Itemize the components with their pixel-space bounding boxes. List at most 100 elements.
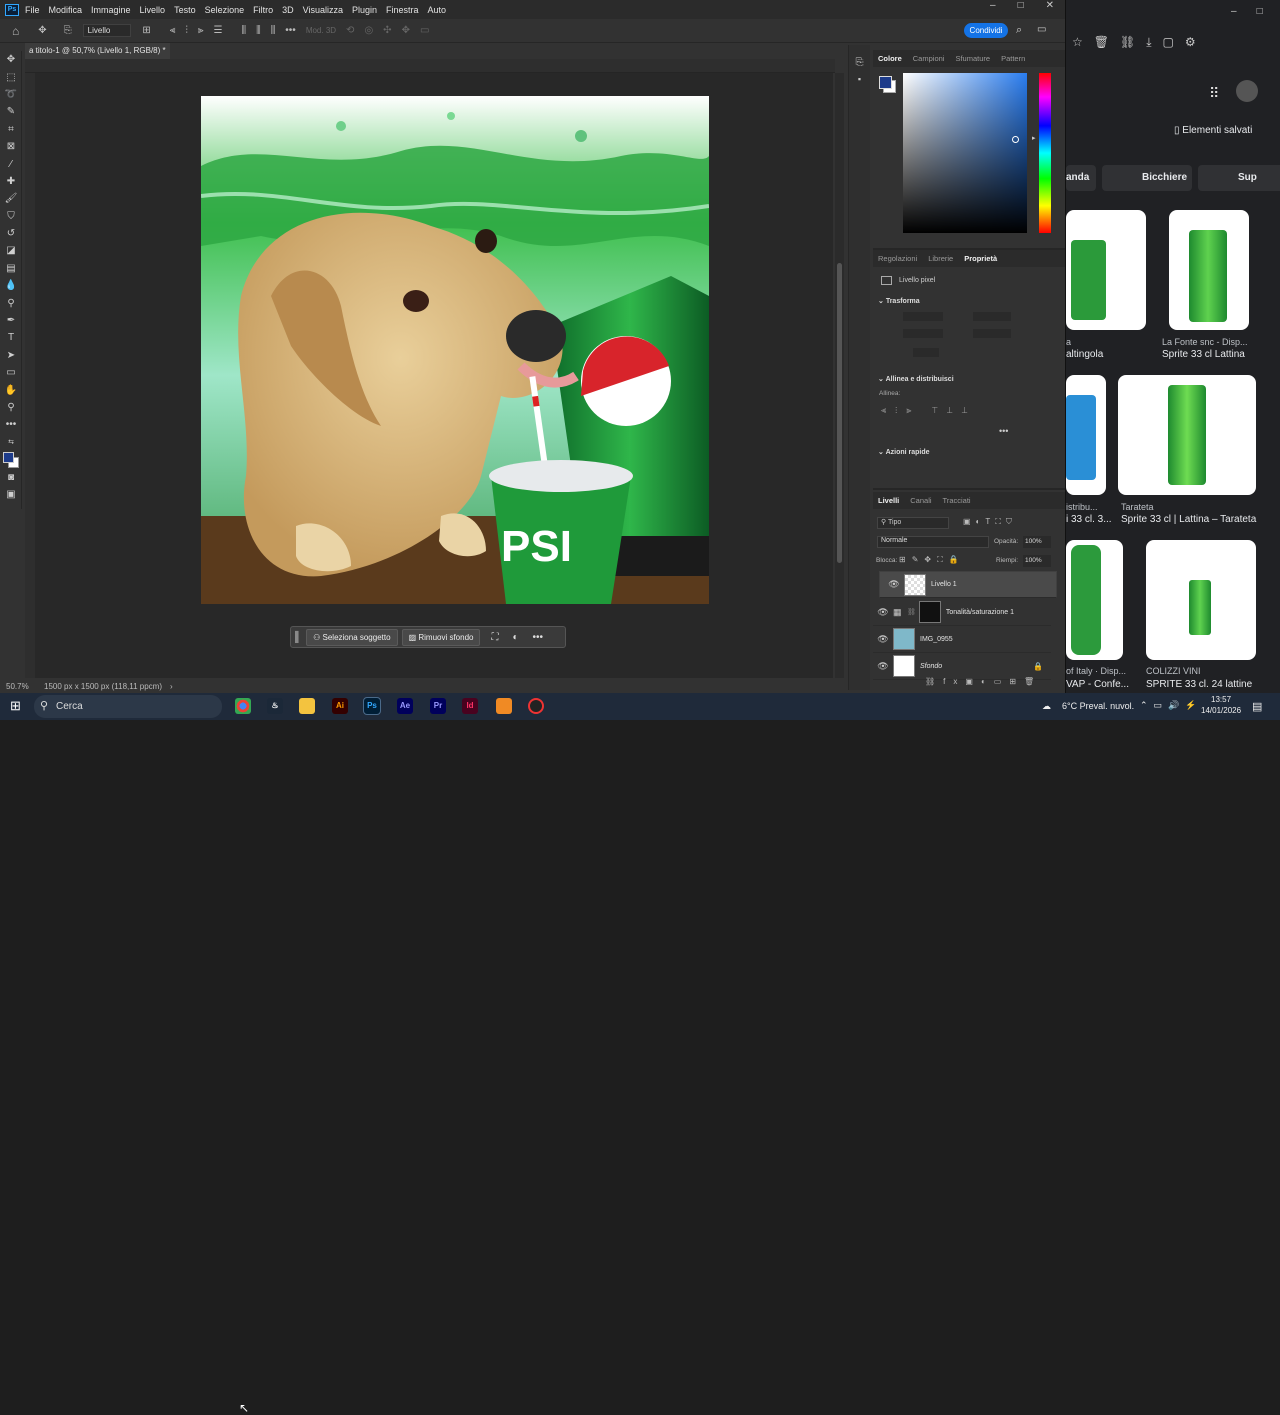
swap-colors-icon[interactable]: ⇆ <box>0 434 22 451</box>
weather-text[interactable]: 6°C Preval. nuvol. <box>1062 701 1134 711</box>
pen-tool-icon[interactable]: ✒ <box>0 312 22 329</box>
history-icon[interactable]: ⎘ <box>849 57 870 68</box>
menu-filtro[interactable]: Filtro <box>253 5 273 15</box>
chevron-right-icon[interactable]: › <box>170 682 173 691</box>
crop-tool-icon[interactable]: ⌗ <box>0 121 22 138</box>
align-center-icon[interactable]: ⫶ <box>185 25 188 36</box>
hue-slider[interactable] <box>1039 73 1051 233</box>
select-subject-button[interactable]: ⚇ Seleziona soggetto <box>306 628 398 646</box>
more-align-icon[interactable]: ••• <box>999 426 1008 436</box>
transform-controls-icon[interactable]: ⊞ <box>142 25 150 36</box>
clock-date[interactable]: 14/01/2026 <box>1201 706 1241 715</box>
lasso-tool-icon[interactable]: ➰ <box>0 86 22 103</box>
minimize-icon[interactable]: – <box>990 0 996 11</box>
tab-tracciati[interactable]: Tracciati <box>943 496 971 505</box>
blend-mode-dropdown[interactable]: Normale <box>877 536 989 548</box>
distribute-v-icon[interactable]: ⫼ <box>256 25 261 36</box>
result-image[interactable] <box>1066 375 1106 495</box>
avatar[interactable] <box>1236 80 1258 102</box>
menu-finestra[interactable]: Finestra <box>386 5 419 15</box>
app-icon[interactable] <box>528 698 544 714</box>
tab-livelli[interactable]: Livelli <box>878 496 899 505</box>
remove-background-button[interactable]: ▨ Rimuovi sfondo <box>401 628 481 646</box>
maximize-icon[interactable]: □ <box>1018 0 1024 11</box>
color-field[interactable] <box>903 73 1027 233</box>
eyedropper-tool-icon[interactable]: ⁄ <box>0 155 22 172</box>
file-explorer-icon[interactable] <box>299 698 315 714</box>
tab-sfumature[interactable]: Sfumature <box>955 54 990 63</box>
tray-icons[interactable]: ⌃▭🔊⚡ <box>1140 700 1202 711</box>
menu-testo[interactable]: Testo <box>174 5 196 15</box>
gradient-tool-icon[interactable]: ▤ <box>0 260 22 277</box>
dodge-tool-icon[interactable]: ⚲ <box>0 294 22 311</box>
tab-canali[interactable]: Canali <box>910 496 931 505</box>
share-button[interactable]: Condividi <box>964 23 1008 38</box>
eye-icon[interactable]: 👁 <box>873 607 893 618</box>
color-swatches[interactable] <box>0 451 22 468</box>
illustrator-icon[interactable]: Ai <box>332 698 348 714</box>
result-image[interactable] <box>1118 375 1256 495</box>
chrome-icon[interactable] <box>235 698 251 714</box>
menu-modifica[interactable]: Modifica <box>49 5 83 15</box>
taskbar-search[interactable]: ⚲ Cerca <box>34 695 222 718</box>
photoshop-icon[interactable]: Ps <box>363 697 381 715</box>
eye-icon[interactable]: 👁 <box>884 579 904 590</box>
zoom-level[interactable]: 50.7% <box>6 682 40 691</box>
menu-visualizza[interactable]: Visualizza <box>303 5 343 15</box>
type-tool-icon[interactable]: T <box>0 329 22 346</box>
menu-auto[interactable]: Auto <box>428 5 447 15</box>
align-left-icon[interactable]: ⫷ <box>170 25 176 36</box>
filter-icons[interactable]: ▣◐T⛶⛉ <box>963 517 1017 527</box>
align-section[interactable]: ⌄ Allinea e distribuisci <box>878 375 954 383</box>
eye-icon[interactable]: 👁 <box>873 634 893 645</box>
indesign-icon[interactable]: Id <box>462 698 478 714</box>
tab-colore[interactable]: Colore <box>878 54 902 63</box>
premiere-icon[interactable]: Pr <box>430 698 446 714</box>
tab-librerie[interactable]: Librerie <box>928 254 953 263</box>
x-field[interactable] <box>973 312 1011 321</box>
result-image[interactable] <box>1146 540 1256 660</box>
menu-3d[interactable]: 3D <box>282 5 294 15</box>
result-image[interactable] <box>1066 210 1146 330</box>
align-right-icon[interactable]: ⫸ <box>198 25 204 36</box>
chip-sup[interactable]: Sup <box>1198 165 1280 191</box>
link-icon[interactable]: ⛓ <box>907 608 916 616</box>
zoom-tool-icon[interactable]: ⚲ <box>0 399 22 416</box>
adjust-icon[interactable]: ◐ <box>512 632 518 643</box>
quick-actions-section[interactable]: ⌄ Azioni rapide <box>878 448 930 456</box>
foreground-color[interactable] <box>3 451 14 463</box>
color-picker-cursor[interactable] <box>1012 136 1019 143</box>
path-select-icon[interactable]: ➤ <box>0 347 22 364</box>
result-title[interactable]: SPRITE 33 cl. 24 lattine <box>1146 679 1252 690</box>
comments-icon[interactable]: ▪ <box>849 74 870 84</box>
width-field[interactable] <box>903 312 943 321</box>
menu-selezione[interactable]: Selezione <box>205 5 245 15</box>
result-title[interactable]: VAP - Confe... <box>1066 679 1129 690</box>
hand-tool-icon[interactable]: ✋ <box>0 381 22 398</box>
menu-livello[interactable]: Livello <box>140 5 166 15</box>
windows-start-icon[interactable]: ⊞ <box>10 698 21 714</box>
align-top-icon[interactable]: ☰ <box>214 25 223 36</box>
tab-pattern[interactable]: Pattern <box>1001 54 1025 63</box>
vertical-scrollbar[interactable] <box>835 73 844 678</box>
distribute-h-icon[interactable]: ⫼ <box>271 25 276 36</box>
minimize-icon[interactable]: – <box>1231 6 1237 17</box>
healing-tool-icon[interactable]: ✚ <box>0 173 22 190</box>
menu-file[interactable]: File <box>25 5 40 15</box>
chip-bicchiere[interactable]: Bicchiere <box>1102 165 1192 191</box>
move-tool-icon[interactable]: ✥ <box>0 51 22 68</box>
clock-time[interactable]: 13:57 <box>1211 695 1231 704</box>
result-title[interactable]: Sprite 33 cl Lattina <box>1162 349 1245 360</box>
weather-icon[interactable]: ☁ <box>1042 701 1051 712</box>
more-tools-icon[interactable]: ••• <box>0 416 22 433</box>
marquee-tool-icon[interactable]: ⬚ <box>0 68 22 85</box>
stamp-tool-icon[interactable]: ⛉ <box>0 208 22 225</box>
screen-mode-icon[interactable]: ▣ <box>0 486 22 503</box>
saved-items-link[interactable]: ▯ Elementi salvati <box>1174 125 1252 136</box>
notifications-icon[interactable]: ▤ <box>1252 700 1262 713</box>
tab-proprieta[interactable]: Proprietà <box>964 254 997 263</box>
layer-filter-dropdown[interactable]: ⚲ Tipo <box>877 517 949 529</box>
apps-grid-icon[interactable]: ⠿ <box>1209 85 1219 102</box>
maximize-icon[interactable]: □ <box>1257 6 1263 17</box>
layer-actions[interactable]: ⛓fx▣◐▭⊞🗑 <box>925 677 1042 686</box>
